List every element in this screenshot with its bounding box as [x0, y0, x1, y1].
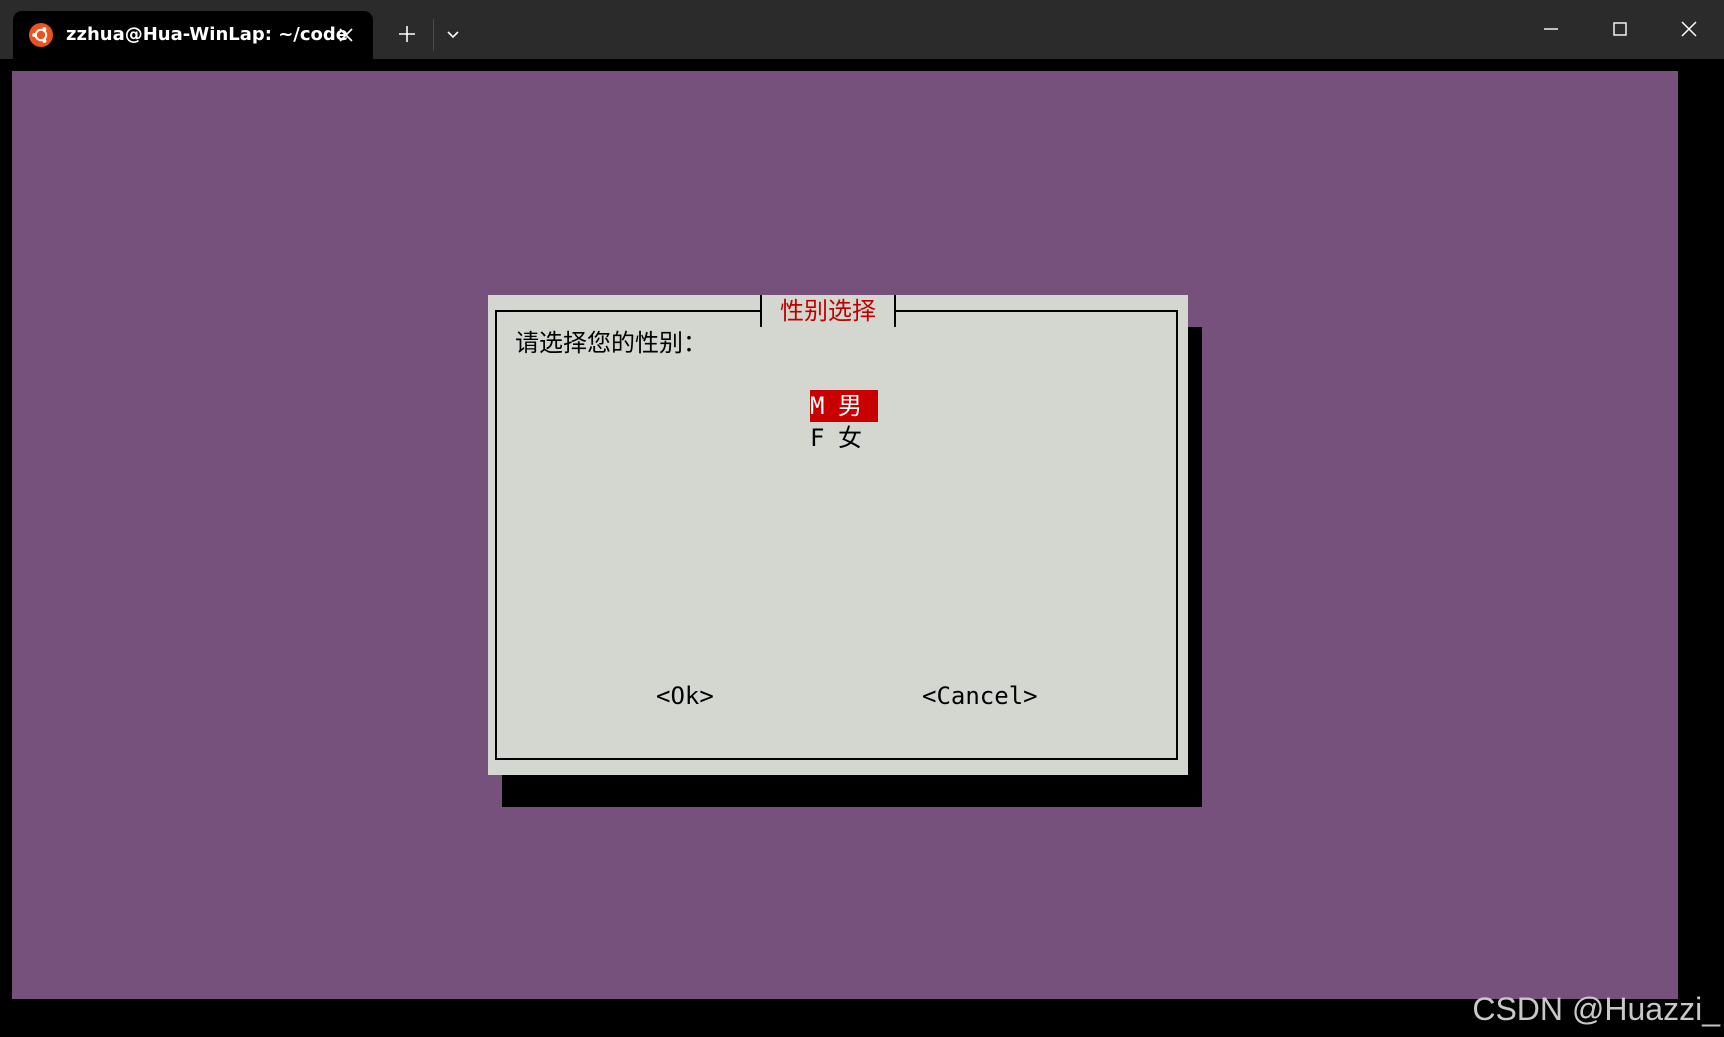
- minimize-icon[interactable]: [1537, 15, 1565, 43]
- dialog-prompt: 请选择您的性别：: [515, 329, 707, 357]
- terminal-tab[interactable]: zzhua@Hua-WinLap: ~/code: [13, 11, 373, 59]
- ok-button[interactable]: <Ok>: [656, 680, 714, 712]
- menu-item-male[interactable]: M男: [810, 390, 878, 422]
- tab-title: zzhua@Hua-WinLap: ~/code: [66, 24, 349, 45]
- cancel-button[interactable]: <Cancel>: [922, 680, 1038, 712]
- menu-item-female[interactable]: F女: [810, 422, 862, 454]
- ubuntu-icon: [29, 23, 53, 47]
- terminal-window: zzhua@Hua-WinLap: ~/code 性别选择 请选择您的性别： M: [0, 0, 1724, 1037]
- dialog-title: 性别选择: [760, 295, 896, 327]
- menu-item-tag: F: [810, 424, 825, 452]
- maximize-icon[interactable]: [1606, 15, 1634, 43]
- toolbar-separator: [433, 19, 434, 51]
- title-bar: zzhua@Hua-WinLap: ~/code: [0, 0, 1724, 59]
- close-icon[interactable]: [336, 25, 356, 45]
- menu-item-tag: M: [810, 392, 825, 420]
- dialog-border: [495, 310, 1178, 760]
- plus-icon[interactable]: [393, 20, 421, 48]
- watermark: CSDN @Huazzi_: [1472, 991, 1720, 1027]
- menu-item-label: 男: [838, 392, 862, 420]
- chevron-down-icon[interactable]: [439, 20, 467, 48]
- menu-item-label: 女: [838, 424, 862, 452]
- close-window-icon[interactable]: [1675, 15, 1703, 43]
- gender-dialog: 性别选择 请选择您的性别： M男 F女 <Ok> <Cancel>: [488, 295, 1188, 775]
